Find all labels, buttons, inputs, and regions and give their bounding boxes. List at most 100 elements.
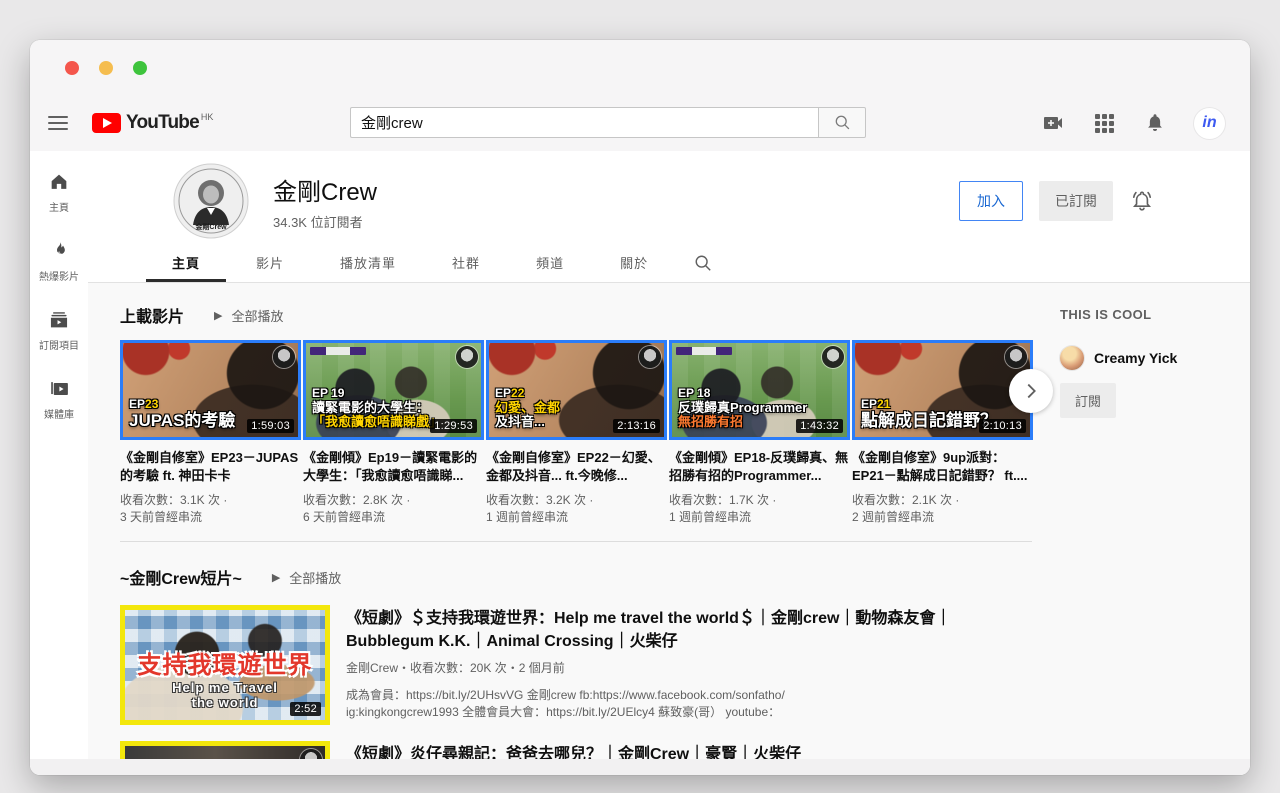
- rail-subscribe-button[interactable]: 訂閱: [1060, 383, 1116, 418]
- video-card: EP 18 反璞歸真Programmer 無招勝有招 1:43:32 《金剛傾》…: [669, 340, 850, 526]
- subscribed-button[interactable]: 已訂閱: [1039, 181, 1113, 221]
- video-card: EP 19 讀緊電影的大學生： 「我愈讀愈唔識睇戲」 1:29:53 《金剛傾》…: [303, 340, 484, 526]
- sidebar-item-label: 媒體庫: [44, 406, 74, 421]
- menu-icon[interactable]: [48, 112, 68, 134]
- rail-channel-avatar: [1060, 346, 1084, 370]
- video-title[interactable]: 《金剛自修室》9up派對：EP21－點解成日記錯野？ ft....: [852, 449, 1033, 485]
- play-icon: ▶: [272, 571, 280, 584]
- video-title[interactable]: 《金剛傾》EP18-反璞歸真、無招勝有招的Programmer...: [669, 449, 850, 485]
- video-thumbnail[interactable]: 支持我環遊世界 Help me Travel the world 2:52: [120, 605, 330, 725]
- sidebar-item-label: 熱爆影片: [39, 268, 79, 283]
- rail-header: THIS IS COOL: [1060, 307, 1245, 322]
- chevron-right-icon: [1020, 380, 1042, 402]
- sidebar-item-subscriptions[interactable]: 訂閱項目: [39, 309, 79, 352]
- video-card: EP21 點解成日記錯野？ 2:10:13 《金剛自修室》9up派對：EP21－…: [852, 340, 1033, 526]
- library-icon: [48, 378, 70, 400]
- play-all-shorts[interactable]: ▶全部播放: [272, 568, 341, 587]
- svg-text:金剛Crew: 金剛Crew: [194, 222, 227, 231]
- youtube-wordmark: YouTube: [126, 111, 199, 135]
- play-all-uploads[interactable]: ▶全部播放: [214, 306, 283, 325]
- channel-watermark-icon: [822, 346, 844, 368]
- channel-watermark-icon: [456, 346, 478, 368]
- duration-badge: 1:29:53: [430, 419, 477, 433]
- notifications-bell-icon[interactable]: [1143, 111, 1167, 135]
- tab-channels[interactable]: 頻道: [510, 243, 590, 282]
- channel-watermark-icon: [273, 346, 295, 368]
- duration-badge: 2:52: [290, 702, 321, 716]
- zoom-button[interactable]: [133, 61, 147, 75]
- channel-tabs: 主頁 影片 播放清單 社群 頻道 關於: [88, 243, 1250, 283]
- duration-badge: 1:59:03: [247, 419, 294, 433]
- tab-videos[interactable]: 影片: [230, 243, 310, 282]
- rail-channel-name: Creamy Yick: [1094, 350, 1177, 366]
- duration-badge: 1:43:32: [796, 419, 843, 433]
- sidebar-item-home[interactable]: 主頁: [48, 171, 70, 214]
- tab-home[interactable]: 主頁: [146, 243, 226, 282]
- tab-about[interactable]: 關於: [594, 243, 674, 282]
- video-meta: 收看次數：1.7K 次 · 1 週前曾經串流: [669, 492, 850, 526]
- sidebar-item-trending[interactable]: 熱爆影片: [39, 240, 79, 283]
- carousel-next-button[interactable]: [1009, 369, 1053, 413]
- scoreboard-overlay: [676, 347, 732, 355]
- section-title-shorts: ~金剛Crew短片~: [120, 565, 242, 589]
- channel-watermark-icon: [1005, 346, 1027, 368]
- video-thumbnail[interactable]: EP21 點解成日記錯野？ 2:10:13: [852, 340, 1033, 440]
- video-thumbnail[interactable]: EP 19 讀緊電影的大學生： 「我愈讀愈唔識睇戲」 1:29:53: [303, 340, 484, 440]
- window-bottom-edge: [30, 759, 1250, 775]
- account-avatar[interactable]: in: [1194, 108, 1225, 139]
- subscriber-count: 34.3K 位訂閱者: [273, 212, 377, 231]
- home-icon: [48, 171, 70, 193]
- video-title[interactable]: 《短劇》＄支持我環遊世界：Help me travel the world＄｜金…: [346, 607, 1011, 653]
- duration-badge: 2:13:16: [613, 419, 660, 433]
- video-meta: 金剛Crew・收看次數：20K 次・2 個月前: [346, 659, 1011, 676]
- apps-grid-icon[interactable]: [1092, 111, 1116, 135]
- video-title[interactable]: 《金剛傾》Ep19－讀緊電影的大學生：「我愈讀愈唔識睇...: [303, 449, 484, 485]
- search-input[interactable]: [350, 107, 818, 138]
- video-thumbnail[interactable]: EP23 JUPAS的考驗 1:59:03: [120, 340, 301, 440]
- scoreboard-overlay: [310, 347, 366, 355]
- tab-community[interactable]: 社群: [426, 243, 506, 282]
- app-window: YouTube HK in 主頁: [30, 40, 1250, 775]
- video-card: EP22 幻愛、金都 及抖音... 2:13:16 《金剛自修室》EP22－幻愛…: [486, 340, 667, 526]
- sidebar-item-label: 主頁: [49, 199, 69, 214]
- channel-search-icon[interactable]: [694, 243, 712, 282]
- notification-preference-bell-icon[interactable]: [1129, 188, 1155, 214]
- video-card: EP23 JUPAS的考驗 1:59:03 《金剛自修室》EP23－JUPAS的…: [120, 340, 301, 526]
- sidebar-item-library[interactable]: 媒體庫: [44, 378, 74, 421]
- youtube-logo[interactable]: YouTube HK: [92, 111, 213, 135]
- duration-badge: 2:10:13: [979, 419, 1026, 433]
- minimize-button[interactable]: [99, 61, 113, 75]
- video-thumbnail[interactable]: EP22 幻愛、金都 及抖音... 2:13:16: [486, 340, 667, 440]
- section-title-uploads: 上載影片: [120, 303, 184, 327]
- channel-avatar[interactable]: 金剛Crew: [173, 163, 249, 239]
- search-button[interactable]: [818, 107, 866, 138]
- video-meta: 收看次數：2.8K 次 · 6 天前曾經串流: [303, 492, 484, 526]
- sidebar-item-label: 訂閱項目: [39, 337, 79, 352]
- join-button[interactable]: 加入: [959, 181, 1023, 221]
- video-meta: 收看次數：3.1K 次 · 3 天前曾經串流: [120, 492, 301, 526]
- rail-channel-link[interactable]: Creamy Yick: [1060, 346, 1245, 370]
- create-video-icon[interactable]: [1041, 111, 1065, 135]
- channel-header: 金剛Crew 金剛Crew 34.3K 位訂閱者 加入 已訂閱: [88, 151, 1250, 243]
- video-title[interactable]: 《金剛自修室》EP22－幻愛、金都及抖音... ft.今晚修...: [486, 449, 667, 485]
- tab-playlists[interactable]: 播放清單: [314, 243, 422, 282]
- list-video-item: 支持我環遊世界 Help me Travel the world 2:52 《短…: [120, 605, 1032, 725]
- youtube-header: YouTube HK in: [30, 95, 1250, 151]
- uploads-shelf: EP23 JUPAS的考驗 1:59:03 《金剛自修室》EP23－JUPAS的…: [120, 340, 1032, 526]
- video-thumbnail[interactable]: EP 18 反璞歸真Programmer 無招勝有招 1:43:32: [669, 340, 850, 440]
- video-meta: 收看次數：3.2K 次 · 1 週前曾經串流: [486, 492, 667, 526]
- youtube-region-label: HK: [201, 112, 214, 122]
- video-title[interactable]: 《金剛自修室》EP23－JUPAS的考驗 ft. 神田卡卡: [120, 449, 301, 485]
- sidebar: 主頁 熱爆影片 訂閱項目 媒體庫: [30, 151, 88, 775]
- close-button[interactable]: [65, 61, 79, 75]
- related-rail: THIS IS COOL Creamy Yick 訂閱: [1060, 307, 1245, 418]
- channel-name: 金剛Crew: [273, 172, 377, 207]
- video-description: 成為會員：https://bit.ly/2UHsvVG 金剛crew fb:ht…: [346, 687, 816, 721]
- channel-watermark-icon: [639, 346, 661, 368]
- search-icon: [834, 114, 851, 131]
- channel-content: 上載影片 ▶全部播放 EP23 JUPAS的考驗: [88, 283, 1250, 775]
- play-icon: ▶: [214, 309, 222, 322]
- video-meta: 收看次數：2.1K 次 · 2 週前曾經串流: [852, 492, 1033, 526]
- fire-icon: [48, 240, 70, 262]
- subscriptions-icon: [48, 309, 70, 331]
